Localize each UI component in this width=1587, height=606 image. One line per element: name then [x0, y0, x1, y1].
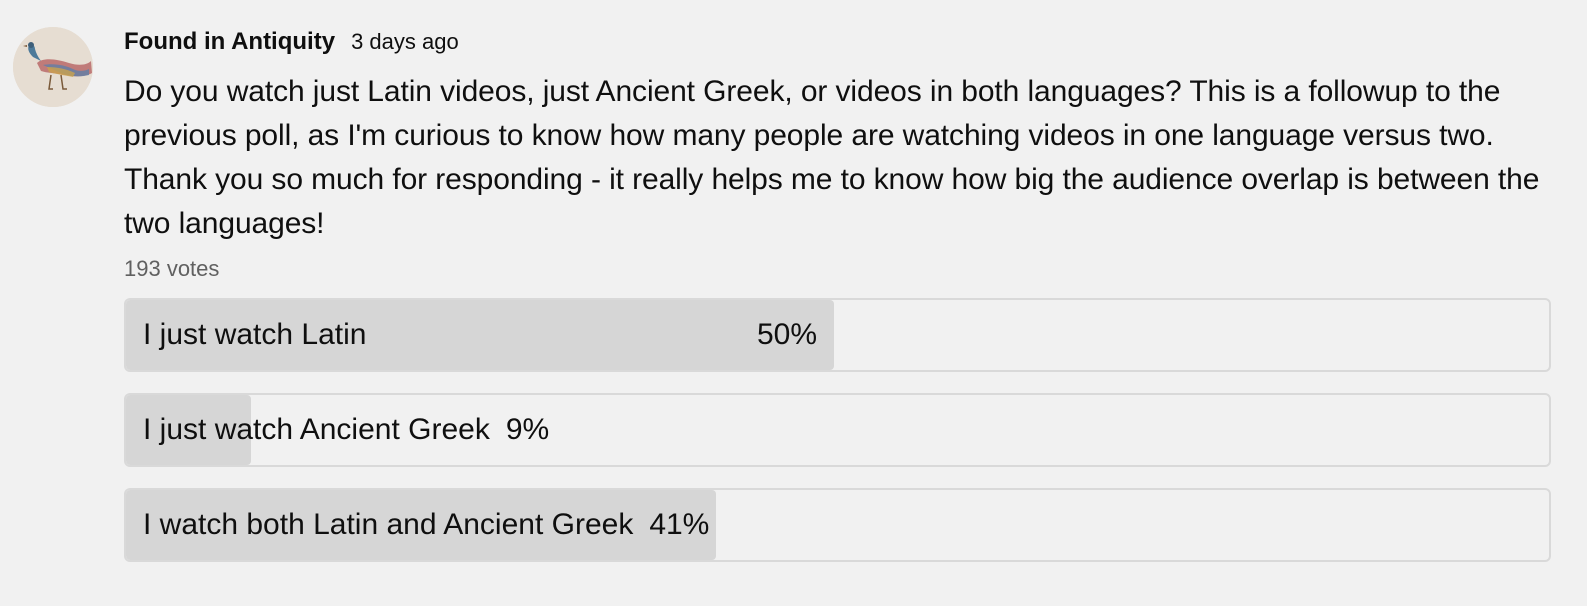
poll-option-both[interactable]: I watch both Latin and Ancient Greek 41% [124, 488, 1551, 562]
post-time[interactable]: 3 days ago [351, 29, 459, 55]
post-header: Found in Antiquity 3 days ago [124, 28, 1554, 62]
channel-avatar[interactable] [13, 27, 93, 107]
community-post: Found in Antiquity 3 days ago Do you wat… [0, 0, 1587, 606]
poll-option-label: I just watch Latin [143, 318, 367, 351]
post-text: Do you watch just Latin videos, just Anc… [124, 75, 1540, 240]
poll-option-percent: 41% [649, 508, 710, 541]
poll-option-percent: 50% [756, 318, 817, 351]
vote-count: 193 votes [124, 256, 220, 281]
peacock-avatar-icon [13, 27, 93, 107]
poll-option-label: I watch both Latin and Ancient Greek [143, 508, 634, 541]
poll-option-greek[interactable]: I just watch Ancient Greek 9% [124, 393, 1551, 467]
poll-options: I just watch Latin 50% I just watch Anci… [124, 298, 1554, 562]
poll-option-label: I just watch Ancient Greek [143, 413, 490, 446]
poll-option-percent: 9% [505, 413, 550, 446]
author-name[interactable]: Found in Antiquity [124, 28, 335, 56]
post-content: Found in Antiquity 3 days ago Do you wat… [124, 28, 1554, 583]
poll-option-latin[interactable]: I just watch Latin 50% [124, 298, 1551, 372]
